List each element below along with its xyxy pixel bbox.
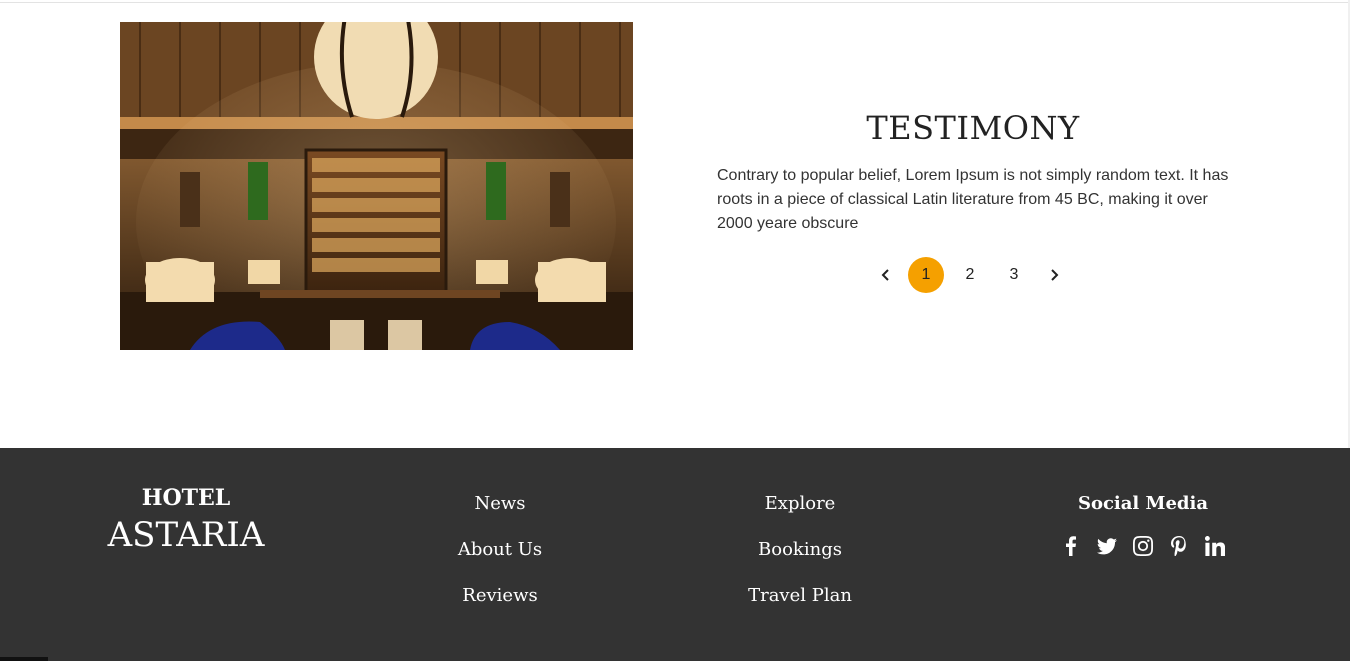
testimony-pagination: 1 2 3: [868, 257, 1072, 293]
top-divider: [0, 2, 1350, 3]
facebook-link[interactable]: [1061, 535, 1081, 557]
footer-link-explore[interactable]: Explore: [690, 489, 910, 519]
brand-hotel-text: HOTEL: [141, 485, 231, 511]
footer-link-bookings[interactable]: Bookings: [690, 535, 910, 565]
facebook-icon: [1066, 536, 1076, 556]
linkedin-icon: [1205, 536, 1225, 556]
testimony-text: Contrary to popular belief, Lorem Ipsum …: [717, 167, 1229, 232]
twitter-link[interactable]: [1097, 535, 1117, 557]
pinterest-link[interactable]: [1169, 535, 1189, 557]
page-3-button[interactable]: 3: [996, 257, 1032, 293]
twitter-icon: [1097, 538, 1117, 555]
brand-name-text: ASTARIA: [107, 515, 265, 555]
page-1-button[interactable]: 1: [908, 257, 944, 293]
previous-page-button[interactable]: [868, 257, 904, 293]
footer-link-about-us[interactable]: About Us: [390, 535, 610, 565]
footer-links-column-1: News About Us Reviews: [390, 489, 610, 627]
testimony-section: TESTIMONY Contrary to popular belief, Lo…: [717, 100, 1229, 236]
testimony-title: TESTIMONY: [866, 109, 1080, 147]
pinterest-icon: [1171, 536, 1186, 556]
footer-logo[interactable]: HOTEL ASTARIA: [86, 484, 286, 556]
page-2-button[interactable]: 2: [952, 257, 988, 293]
hotel-bar-photo: [120, 22, 633, 350]
next-page-button[interactable]: [1036, 257, 1072, 293]
footer-bottom-strip: [0, 657, 48, 661]
chevron-right-icon: [1051, 269, 1059, 281]
footer-links-column-2: Explore Bookings Travel Plan: [690, 489, 910, 627]
instagram-link[interactable]: [1133, 535, 1153, 557]
footer-link-news[interactable]: News: [390, 489, 610, 519]
social-media-title: Social Media: [1077, 493, 1209, 514]
social-icons: [1033, 535, 1253, 557]
social-media-section: Social Media: [1033, 489, 1253, 557]
footer-link-reviews[interactable]: Reviews: [390, 581, 610, 611]
linkedin-link[interactable]: [1205, 535, 1225, 557]
footer-link-travel-plan[interactable]: Travel Plan: [690, 581, 910, 611]
site-footer: HOTEL ASTARIA News About Us Reviews Expl…: [0, 448, 1350, 661]
chevron-left-icon: [881, 269, 889, 281]
instagram-icon: [1133, 536, 1153, 556]
